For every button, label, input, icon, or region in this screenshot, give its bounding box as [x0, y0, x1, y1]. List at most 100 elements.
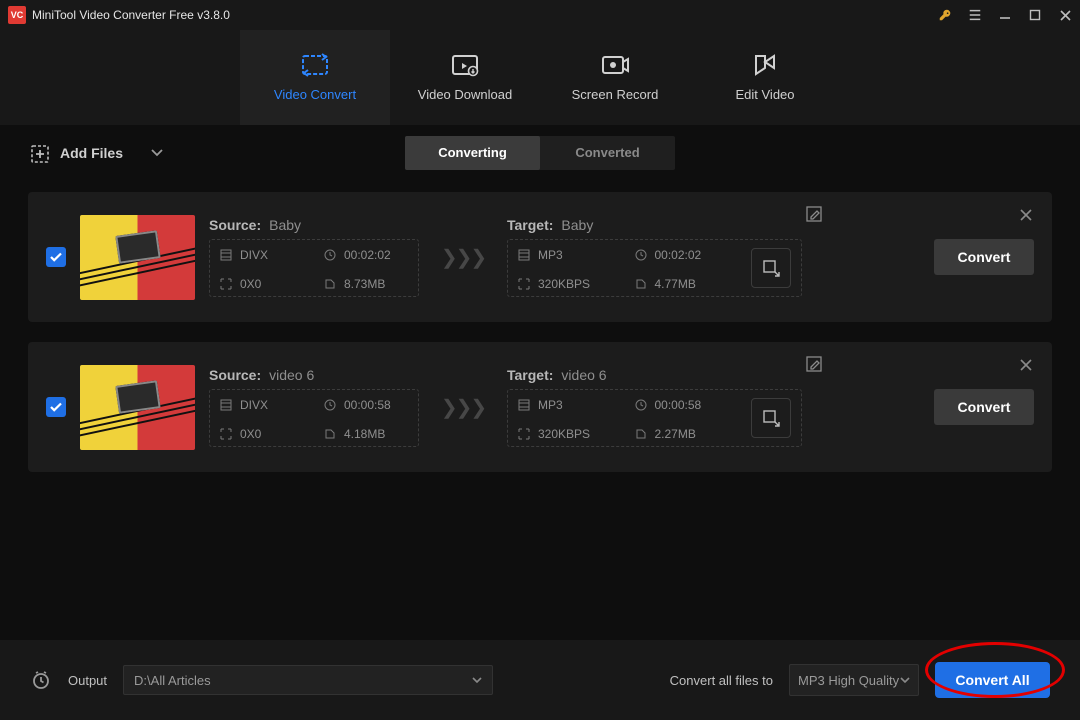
item-checkbox[interactable]	[46, 247, 66, 267]
app-logo: VC	[8, 6, 26, 24]
tab-label: Screen Record	[572, 87, 659, 102]
remove-item-icon[interactable]	[1020, 358, 1032, 376]
segment-converting[interactable]: Converting	[405, 136, 540, 170]
size-icon	[324, 278, 336, 290]
size-icon	[324, 428, 336, 440]
item-thumbnail	[80, 215, 195, 300]
dropdown-caret-icon[interactable]	[151, 144, 163, 162]
target-format-picker[interactable]	[751, 248, 791, 288]
size-icon	[635, 428, 647, 440]
convert-all-format-select[interactable]: MP3 High Quality	[789, 664, 919, 696]
target-name: video 6	[561, 367, 606, 383]
source-format: DIVX	[240, 398, 268, 412]
clock-icon	[635, 399, 647, 411]
edit-video-icon	[750, 53, 780, 77]
resolution-icon	[220, 278, 232, 290]
main-nav: Video Convert Video Download Screen Reco…	[0, 30, 1080, 125]
source-label: Source:	[209, 367, 261, 383]
tab-video-download[interactable]: Video Download	[390, 30, 540, 125]
convert-icon	[300, 53, 330, 77]
add-files-label: Add Files	[60, 145, 123, 161]
source-label: Source:	[209, 217, 261, 233]
tab-label: Edit Video	[735, 87, 794, 102]
add-files-button[interactable]: Add Files	[30, 144, 163, 162]
menu-icon[interactable]	[968, 8, 982, 22]
bottom-bar: Output D:\All Articles Convert all files…	[0, 640, 1080, 720]
bitrate-icon	[518, 278, 530, 290]
format-icon	[518, 249, 530, 261]
source-size: 4.18MB	[344, 427, 385, 441]
titlebar: VC MiniTool Video Converter Free v3.8.0	[0, 0, 1080, 30]
arrow-icon: ❯❯❯	[433, 395, 493, 420]
edit-item-icon[interactable]	[806, 356, 822, 377]
close-window-icon[interactable]	[1058, 8, 1072, 22]
conversion-list: Source: Baby DIVX 00:02:02 0X0 8.73MB ❯❯…	[0, 180, 1080, 472]
tab-label: Video Convert	[274, 87, 356, 102]
clock-icon	[635, 249, 647, 261]
tab-video-convert[interactable]: Video Convert	[240, 30, 390, 125]
bitrate-icon	[518, 428, 530, 440]
minimize-icon[interactable]	[998, 8, 1012, 22]
download-icon	[450, 53, 480, 77]
item-checkbox[interactable]	[46, 397, 66, 417]
maximize-icon[interactable]	[1028, 8, 1042, 22]
source-resolution: 0X0	[240, 277, 261, 291]
clock-icon	[324, 249, 336, 261]
source-resolution: 0X0	[240, 427, 261, 441]
target-duration: 00:00:58	[655, 398, 702, 412]
source-info-box: DIVX 00:00:58 0X0 4.18MB	[209, 389, 419, 447]
item-thumbnail	[80, 365, 195, 450]
target-info-box: MP3 00:02:02 320KBPS 4.77MB	[507, 239, 802, 297]
target-duration: 00:02:02	[655, 248, 702, 262]
target-size: 4.77MB	[655, 277, 696, 291]
tab-screen-record[interactable]: Screen Record	[540, 30, 690, 125]
conversion-item: Source: video 6 DIVX 00:00:58 0X0 4.18MB…	[28, 342, 1052, 472]
chevron-down-icon	[900, 677, 910, 683]
source-duration: 00:00:58	[344, 398, 391, 412]
app-title: MiniTool Video Converter Free v3.8.0	[32, 8, 230, 22]
size-icon	[635, 278, 647, 290]
record-icon	[600, 53, 630, 77]
segment-converted[interactable]: Converted	[540, 136, 675, 170]
source-duration: 00:02:02	[344, 248, 391, 262]
format-icon	[220, 399, 232, 411]
target-label: Target:	[507, 367, 553, 383]
edit-item-icon[interactable]	[806, 206, 822, 227]
target-format: MP3	[538, 398, 563, 412]
target-bitrate: 320KBPS	[538, 277, 590, 291]
chevron-down-icon	[472, 677, 482, 683]
convert-all-format-label: Convert all files to	[670, 673, 773, 688]
add-files-icon	[30, 144, 48, 162]
source-name: Baby	[269, 217, 301, 233]
schedule-icon[interactable]	[30, 669, 52, 691]
key-icon[interactable]	[938, 8, 952, 22]
clock-icon	[324, 399, 336, 411]
remove-item-icon[interactable]	[1020, 208, 1032, 226]
output-path-select[interactable]: D:\All Articles	[123, 665, 493, 695]
conversion-item: Source: Baby DIVX 00:02:02 0X0 8.73MB ❯❯…	[28, 192, 1052, 322]
resolution-icon	[220, 428, 232, 440]
convert-all-format-value: MP3 High Quality	[798, 673, 899, 688]
tab-edit-video[interactable]: Edit Video	[690, 30, 840, 125]
format-icon	[220, 249, 232, 261]
output-path-value: D:\All Articles	[134, 673, 211, 688]
target-format: MP3	[538, 248, 563, 262]
source-info-box: DIVX 00:02:02 0X0 8.73MB	[209, 239, 419, 297]
source-format: DIVX	[240, 248, 268, 262]
target-name: Baby	[561, 217, 593, 233]
output-label: Output	[68, 673, 107, 688]
tab-label: Video Download	[418, 87, 512, 102]
target-bitrate: 320KBPS	[538, 427, 590, 441]
convert-button[interactable]: Convert	[934, 389, 1034, 425]
target-info-box: MP3 00:00:58 320KBPS 2.27MB	[507, 389, 802, 447]
status-segmented-control: Converting Converted	[405, 136, 675, 170]
toolbar: Add Files Converting Converted	[0, 125, 1080, 180]
target-format-picker[interactable]	[751, 398, 791, 438]
convert-button[interactable]: Convert	[934, 239, 1034, 275]
target-size: 2.27MB	[655, 427, 696, 441]
source-name: video 6	[269, 367, 314, 383]
target-label: Target:	[507, 217, 553, 233]
convert-all-button[interactable]: Convert All	[935, 662, 1050, 698]
format-icon	[518, 399, 530, 411]
source-size: 8.73MB	[344, 277, 385, 291]
